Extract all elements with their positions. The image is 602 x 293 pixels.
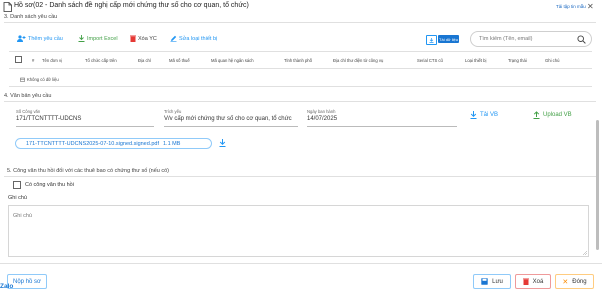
resize-handle-icon[interactable]: [582, 250, 587, 255]
empty-text: Không có dữ liệu: [27, 77, 59, 82]
issue-date-underline: [307, 126, 457, 127]
zalo-logo[interactable]: Zalo: [0, 283, 13, 290]
save-label: Lưu: [492, 278, 503, 285]
close-icon: ✕: [562, 278, 569, 286]
footer-divider: [0, 263, 602, 264]
add-request-button[interactable]: Thêm yêu cầu: [17, 35, 63, 42]
summary-field[interactable]: V/v cấp mới chứng thư số cho cơ quan, tổ…: [164, 116, 292, 122]
search-input[interactable]: [477, 35, 581, 43]
column-header: Mã số thuế: [169, 58, 190, 63]
upload-document-button[interactable]: Upload VB: [533, 111, 572, 119]
search-icon[interactable]: [577, 35, 586, 44]
summary-underline: [164, 126, 298, 127]
attachment-size: 1.1 MB: [162, 140, 181, 147]
close-label: Đóng: [572, 278, 587, 285]
load-data-button[interactable]: Tải dữ liệu: [438, 35, 459, 43]
table-top-border: [9, 51, 592, 52]
column-header: Tên đơn vị: [42, 58, 62, 63]
column-header: Tỉnh thành phố: [284, 58, 312, 63]
import-excel-button[interactable]: Import Excel: [78, 35, 118, 42]
save-button[interactable]: Lưu: [473, 274, 511, 289]
delete-request-label: Xóa YC: [138, 35, 157, 42]
scrollbar[interactable]: [596, 120, 599, 250]
doc-number-field[interactable]: 171/TTCNTTTT-UDCNS: [16, 116, 81, 122]
select-all-checkbox[interactable]: [15, 56, 22, 63]
summary-label: Trích yếu: [164, 109, 182, 114]
delete-request-button[interactable]: Xóa YC: [130, 35, 157, 42]
column-header: Mã quan hệ ngân sách: [211, 58, 254, 63]
import-excel-label: Import Excel: [87, 35, 118, 42]
table-header-border: [9, 68, 592, 69]
divider: [4, 176, 596, 177]
divider: [4, 101, 596, 102]
edit-device-type-button[interactable]: Sửa loại thiết bị: [170, 35, 217, 42]
section-3-heading: 3. Danh sách yêu cầu: [4, 14, 58, 20]
section-4-heading: 4. Văn bản yêu cầu: [4, 93, 52, 99]
column-header: Tổ chức cấp trên: [85, 58, 117, 63]
column-header: Ghi chú: [545, 58, 560, 63]
column-header: #: [32, 58, 35, 63]
download-icon: [470, 111, 477, 119]
download-attachment-icon[interactable]: [219, 139, 226, 147]
column-header: Serial CTS cũ: [417, 58, 443, 63]
trash-icon: [522, 278, 529, 285]
column-header: Trạng thái: [508, 58, 527, 63]
revocation-checkbox-label: Có công văn thu hồi: [25, 182, 74, 188]
divider: [4, 22, 596, 23]
dialog-header: Hồ sơ(02 - Danh sách đề nghị cấp mới chứ…: [0, 0, 602, 14]
doc-number-underline: [16, 126, 154, 127]
attachment-chip[interactable]: 171-TTCNTTTT-UDCNS2025-07-10.signed.sign…: [15, 138, 212, 149]
notes-textarea[interactable]: Ghi chú: [8, 205, 589, 257]
section-5-heading: 5. Công văn thu hồi đối với các thuê bao…: [7, 168, 170, 174]
notes-label: Ghi chú: [8, 195, 27, 201]
upload-icon: [533, 111, 540, 119]
issue-date-label: Ngày ban hành: [307, 109, 336, 114]
edit-icon: [170, 35, 177, 42]
add-user-icon: [17, 35, 26, 42]
search-box[interactable]: [470, 31, 592, 47]
issue-date-field[interactable]: 14/07/2025: [307, 116, 337, 122]
notes-placeholder: Ghi chú: [13, 213, 32, 219]
file-icon: [3, 2, 12, 12]
column-header: Địa chỉ thư điện tử công vụ: [333, 58, 384, 63]
attachment-name: 171-TTCNTTTT-UDCNS2025-07-10.signed.sign…: [26, 140, 159, 147]
table-bottom-border: [9, 86, 592, 87]
trash-icon: [130, 35, 136, 42]
download-data-icon[interactable]: [426, 35, 437, 45]
empty-icon: [20, 77, 25, 82]
column-header: Loại thiết bị: [465, 58, 487, 63]
download-template-link[interactable]: Tải tập tin mẫu: [556, 4, 586, 9]
doc-number-label: Số Công văn: [16, 109, 41, 114]
delete-button[interactable]: Xoá: [515, 274, 551, 289]
submit-dossier-label: Nộp hồ sơ: [13, 278, 41, 285]
delete-label: Xoá: [532, 278, 544, 285]
edit-device-type-label: Sửa loại thiết bị: [179, 35, 218, 42]
upload-document-label: Upload VB: [543, 112, 572, 118]
add-request-label: Thêm yêu cầu: [28, 35, 63, 42]
close-icon[interactable]: ✕: [587, 3, 594, 11]
empty-state: Không có dữ liệu: [20, 77, 59, 82]
download-document-button[interactable]: Tải VB: [470, 111, 498, 119]
save-icon: [481, 278, 488, 285]
column-header: Địa chỉ: [138, 58, 151, 63]
revocation-checkbox[interactable]: [13, 181, 21, 189]
import-icon: [78, 35, 85, 42]
dialog-title: Hồ sơ(02 - Danh sách đề nghị cấp mới chứ…: [14, 2, 249, 9]
close-button[interactable]: ✕ Đóng: [555, 274, 594, 289]
download-document-label: Tải VB: [480, 112, 499, 118]
